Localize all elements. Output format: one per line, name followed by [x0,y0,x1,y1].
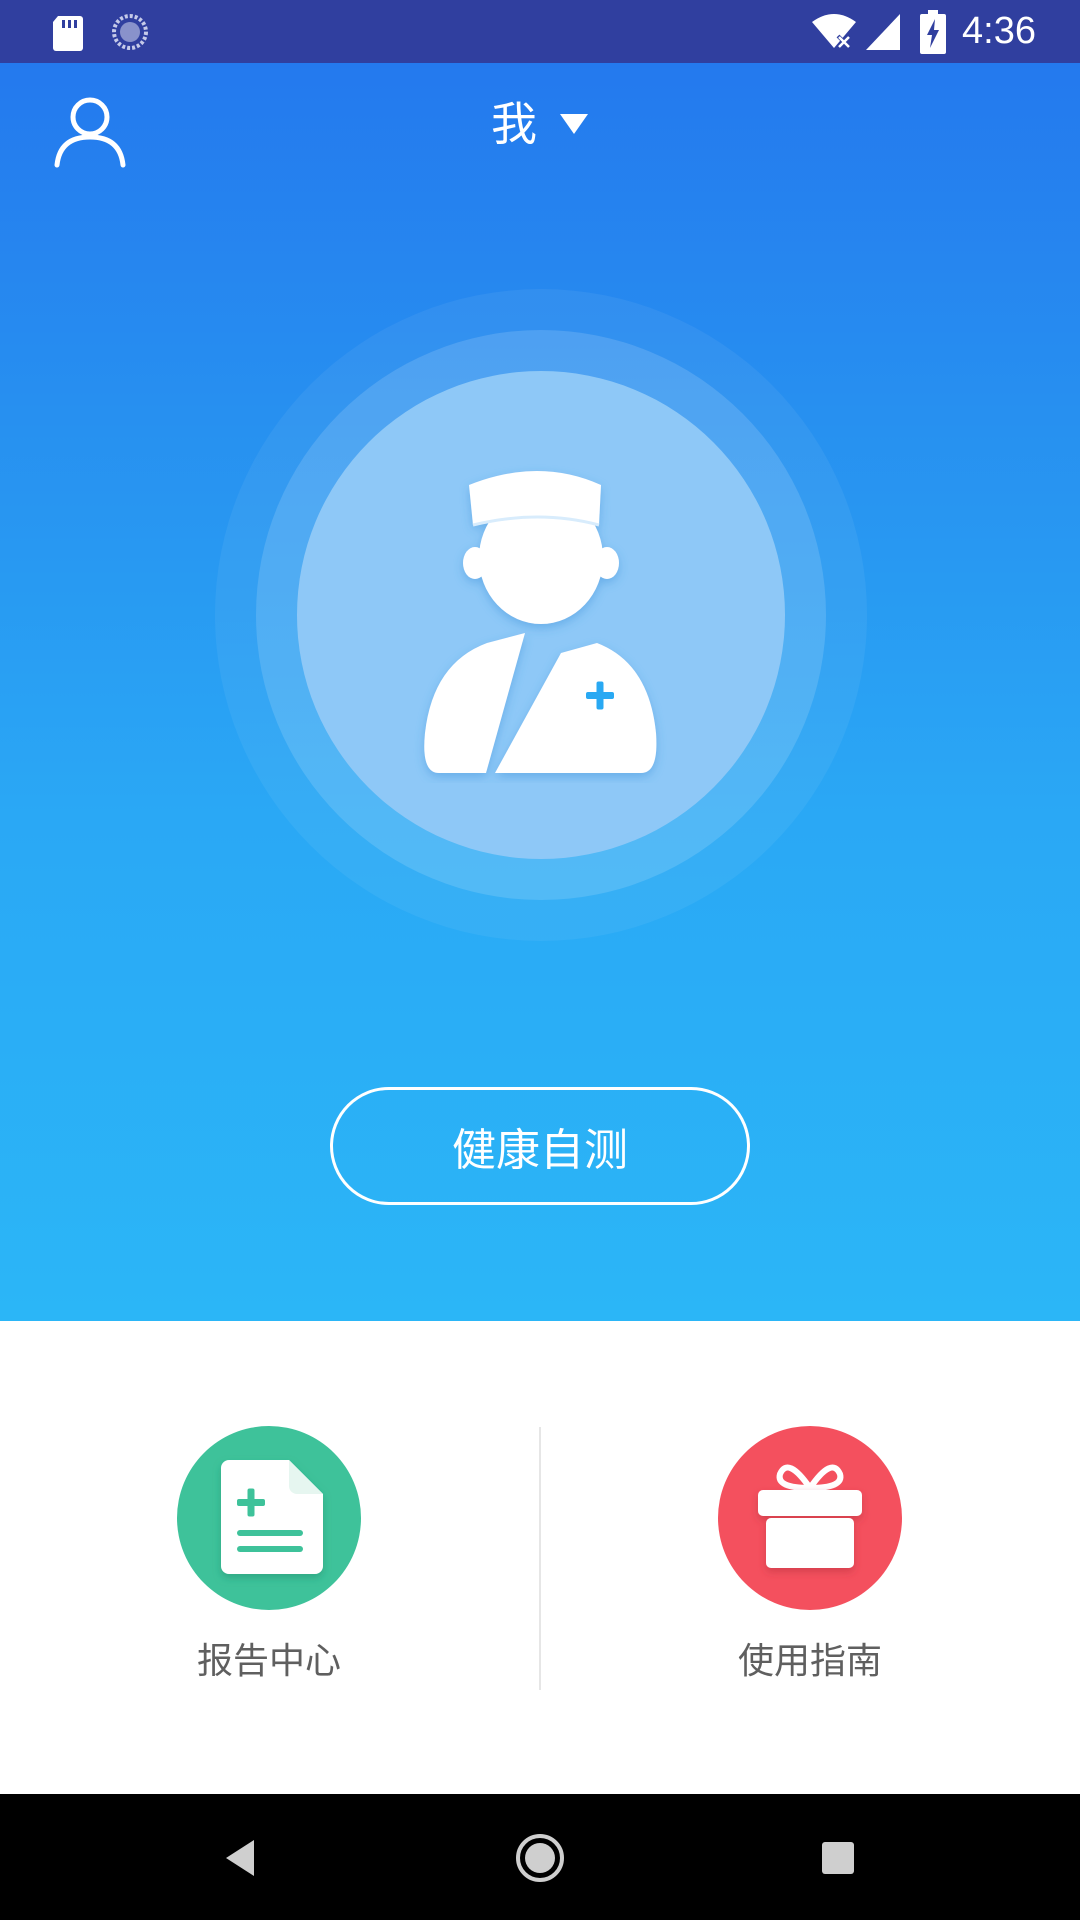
signal-icon [866,14,900,50]
report-document-icon [221,1460,323,1574]
health-self-test-button[interactable]: 健康自测 [330,1087,750,1205]
battery-charging-icon [920,10,946,54]
user-guide-button[interactable]: 使用指南 [660,1426,960,1696]
user-guide-label: 使用指南 [737,1641,882,1682]
report-center-label: 报告中心 [196,1641,341,1682]
wifi-icon [812,14,856,50]
report-center-circle [177,1426,361,1610]
triangle-down-icon [560,114,588,134]
user-guide-circle [718,1426,902,1610]
home-icon[interactable] [512,1830,568,1886]
status-bar: 4:36 [0,0,1080,63]
sd-card-icon [53,16,83,51]
feature-section: 报告中心 使用指南 [0,1321,1080,1794]
sync-icon [112,14,148,50]
profile-button[interactable] [52,93,128,169]
user-outline-icon [54,97,126,168]
report-center-button[interactable]: 报告中心 [119,1426,419,1696]
doctor-icon [424,471,657,773]
feature-divider [539,1427,541,1690]
member-selector-dropdown[interactable]: 我 [440,89,640,159]
gift-box-icon [758,1464,862,1568]
recents-icon[interactable] [810,1830,866,1886]
status-clock: 4:36 [962,10,1036,52]
hero-section: 我 健康自测 [0,63,1080,1321]
member-name: 我 [491,97,537,151]
navigation-bar [0,1794,1080,1920]
back-icon[interactable] [214,1830,270,1886]
